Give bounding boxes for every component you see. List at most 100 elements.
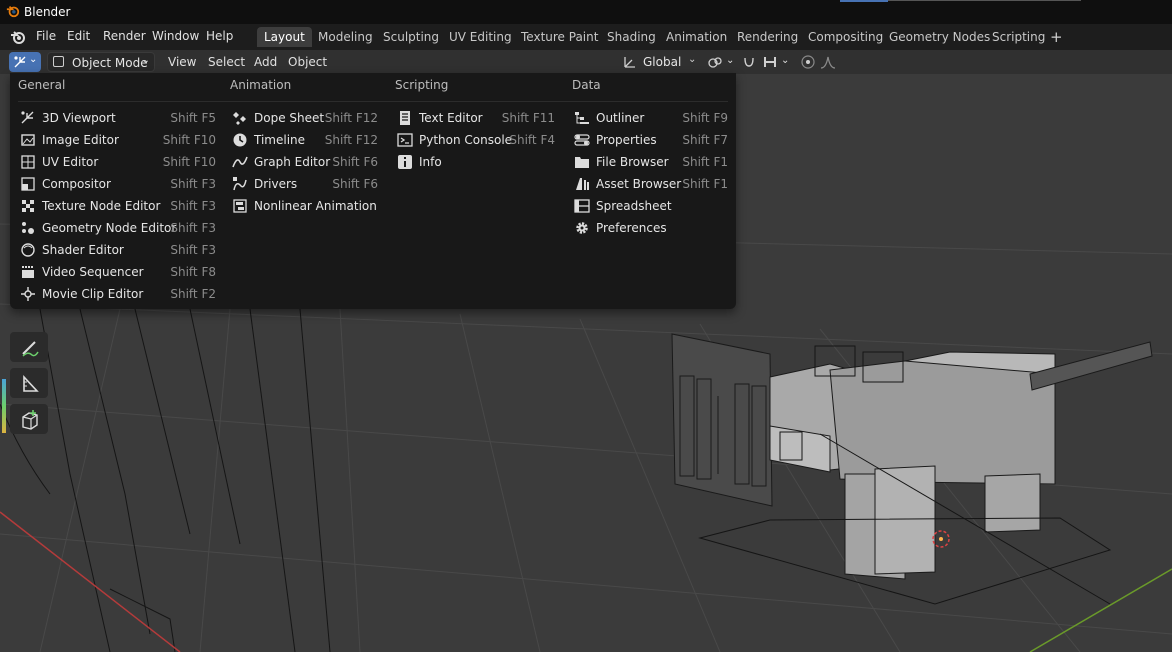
menu-item-spreadsheet[interactable]: Spreadsheet <box>574 196 728 216</box>
snap-target-icon[interactable] <box>762 54 778 70</box>
pivot-point-icon[interactable] <box>707 54 723 70</box>
add-cube-tool-button[interactable] <box>10 404 48 434</box>
asset-browser-icon <box>576 178 589 190</box>
video-sequencer-icon <box>22 266 34 278</box>
measure-tool-button[interactable] <box>10 368 48 398</box>
chevron-down-icon[interactable]: ⌄ <box>781 55 789 66</box>
menu-file[interactable]: File <box>36 29 56 43</box>
menu-item-text-editor[interactable]: Text Editor Shift F11 <box>397 108 555 128</box>
graph-editor-icon <box>232 156 248 168</box>
menu-item-label: Texture Node Editor <box>42 199 161 213</box>
menu-item-nonlinear-animation[interactable]: Nonlinear Animation <box>232 196 378 216</box>
menu-item-label: Compositor <box>42 177 111 191</box>
tab-compositing[interactable]: Compositing <box>801 27 890 47</box>
menu-item-shader-editor[interactable]: Shader Editor Shift F3 <box>20 240 216 260</box>
menu-item-label: Text Editor <box>419 111 483 125</box>
orientation-axes-icon <box>624 57 635 68</box>
menu-item-python-console[interactable]: Python Console Shift F4 <box>397 130 555 150</box>
menu-item-geometry-node-editor[interactable]: Geometry Node Editor Shift F3 <box>20 218 216 238</box>
menu-item-texture-node-editor[interactable]: Texture Node Editor Shift F3 <box>20 196 216 216</box>
menu-window[interactable]: Window <box>152 29 199 43</box>
menu-item-uv-editor[interactable]: UV Editor Shift F10 <box>20 152 216 172</box>
uv-editor-icon <box>21 155 35 169</box>
falloff-icon[interactable] <box>820 54 836 70</box>
chevron-down-icon: ⌄ <box>141 55 150 66</box>
column-title-animation: Animation <box>230 78 292 92</box>
menu-item-label: UV Editor <box>42 155 99 169</box>
menu-item-properties[interactable]: Properties Shift F7 <box>574 130 728 150</box>
menu-item-timeline[interactable]: Timeline Shift F12 <box>232 130 378 150</box>
menu-help[interactable]: Help <box>206 29 233 43</box>
menu-separator <box>18 101 728 102</box>
menu-item-label: Image Editor <box>42 133 119 147</box>
tab-scripting[interactable]: Scripting <box>985 27 1052 47</box>
python-console-icon <box>397 133 413 147</box>
tab-rendering[interactable]: Rendering <box>730 27 805 47</box>
column-title-general: General <box>18 78 66 92</box>
tab-geometry-nodes[interactable]: Geometry Nodes <box>882 27 997 47</box>
menu-item-label: Nonlinear Animation <box>254 199 377 213</box>
menu-item-label: Python Console <box>419 133 513 147</box>
tab-animation[interactable]: Animation <box>659 27 734 47</box>
movie-clip-icon <box>21 287 35 301</box>
menu-item-image-editor[interactable]: Image Editor Shift F10 <box>20 130 216 150</box>
menu-object[interactable]: Object <box>288 55 327 69</box>
menu-item-info[interactable]: Info <box>397 152 555 172</box>
tab-sculpting[interactable]: Sculpting <box>376 27 446 47</box>
proportional-edit-icon[interactable] <box>800 54 816 70</box>
menu-item-asset-browser[interactable]: Asset Browser Shift F1 <box>574 174 728 194</box>
tab-shading[interactable]: Shading <box>600 27 663 47</box>
titlebar-accent <box>840 0 888 2</box>
menu-item-label: Info <box>419 155 442 169</box>
annotate-tool-button[interactable] <box>10 332 48 362</box>
menu-item-outliner[interactable]: Outliner Shift F9 <box>574 108 728 128</box>
outliner-icon <box>575 112 589 124</box>
menu-add[interactable]: Add <box>254 55 277 69</box>
tab-texture-paint[interactable]: Texture Paint <box>514 27 605 47</box>
menu-item-label: Properties <box>596 133 657 147</box>
menu-item-shortcut: Shift F2 <box>170 287 216 301</box>
menu-item-compositor[interactable]: Compositor Shift F3 <box>20 174 216 194</box>
tab-uv-editing[interactable]: UV Editing <box>442 27 519 47</box>
tab-layout[interactable]: Layout <box>257 27 312 47</box>
menu-item-shortcut: Shift F3 <box>170 199 216 213</box>
annotate-icon <box>22 341 39 357</box>
menu-item-video-sequencer[interactable]: Video Sequencer Shift F8 <box>20 262 216 282</box>
blender-menu-icon[interactable] <box>10 29 26 45</box>
timeline-icon <box>233 133 247 147</box>
menu-item-shortcut: Shift F5 <box>170 111 216 125</box>
plus-icon[interactable]: + <box>1050 28 1063 46</box>
editor-type-button[interactable]: ⌄ <box>9 52 41 72</box>
menu-item-shortcut: Shift F6 <box>332 155 378 169</box>
menu-item-graph-editor[interactable]: Graph Editor Shift F6 <box>232 152 378 172</box>
chevron-down-icon: ⌄ <box>29 54 38 65</box>
chevron-down-icon[interactable]: ⌄ <box>726 55 734 66</box>
add-cube-icon <box>22 410 38 430</box>
snap-icon[interactable] <box>741 54 757 70</box>
menu-item-file-browser[interactable]: File Browser Shift F1 <box>574 152 728 172</box>
menu-item-shortcut: Shift F6 <box>332 177 378 191</box>
menu-item-drivers[interactable]: Drivers Shift F6 <box>232 174 378 194</box>
mode-dropdown[interactable]: Object Mode ⌄ <box>47 52 155 72</box>
texture-node-icon <box>22 200 34 212</box>
menu-item-3d-viewport[interactable]: 3D Viewport Shift F5 <box>20 108 216 128</box>
text-editor-icon <box>400 111 410 125</box>
info-icon <box>398 155 412 169</box>
menu-item-shortcut: Shift F3 <box>170 177 216 191</box>
transform-orientation-dropdown[interactable]: Global ⌄ <box>616 52 702 72</box>
file-browser-icon <box>575 157 589 168</box>
properties-icon <box>574 134 590 146</box>
menu-select[interactable]: Select <box>208 55 245 69</box>
compositor-icon <box>21 177 35 191</box>
menu-item-movie-clip-editor[interactable]: Movie Clip Editor Shift F2 <box>20 284 216 304</box>
menu-view[interactable]: View <box>168 55 196 69</box>
menu-render[interactable]: Render <box>103 29 146 43</box>
editor-type-icon <box>14 56 26 68</box>
menu-item-label: Video Sequencer <box>42 265 144 279</box>
menu-item-preferences[interactable]: Preferences <box>574 218 728 238</box>
tab-modeling[interactable]: Modeling <box>311 27 380 47</box>
nla-icon <box>233 199 247 213</box>
menu-edit[interactable]: Edit <box>67 29 90 43</box>
menu-item-shortcut: Shift F3 <box>170 221 216 235</box>
menu-item-dope-sheet[interactable]: Dope Sheet Shift F12 <box>232 108 378 128</box>
